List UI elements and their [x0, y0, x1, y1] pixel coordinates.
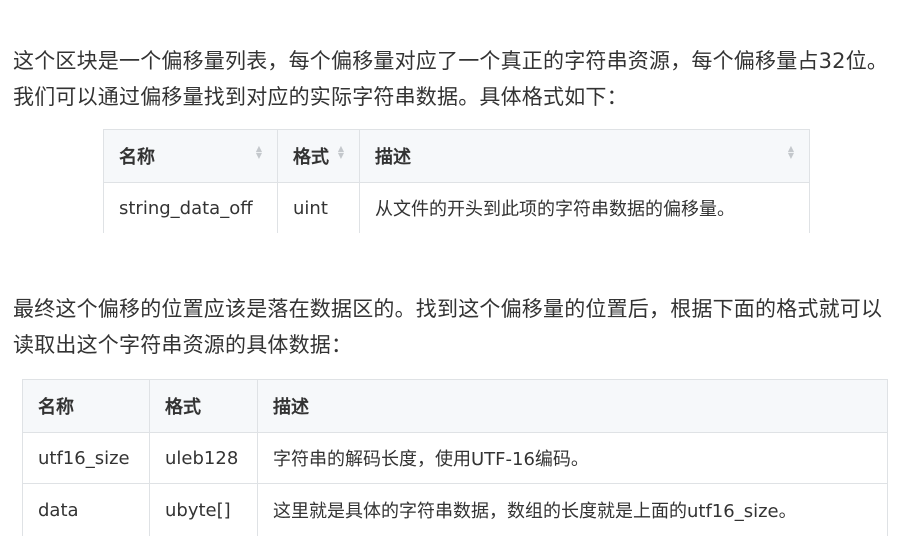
cell-name: utf16_size: [22, 432, 150, 484]
header-format-label: 格式: [293, 147, 329, 168]
header-name: 名称: [22, 379, 150, 433]
intro-paragraph: 这个区块是一个偏移量列表，每个偏移量对应了一个真正的字符串资源，每个偏移量占32…: [13, 49, 889, 109]
header-format: 格式: [149, 379, 258, 433]
table-row: utf16_size uleb128 字符串的解码长度，使用UTF-16编码。: [22, 432, 888, 484]
cell-format: uint: [277, 182, 360, 233]
cell-format: uleb128: [149, 432, 258, 484]
outro-paragraph: 最终这个偏移的位置应该是落在数据区的。找到这个偏移量的位置后，根据下面的格式就可…: [13, 297, 883, 357]
string-id-table: 名称 ▲ ▼ 格式 ▲ ▼ 描述 ▲ ▼ string_data_off uint 从…: [103, 129, 810, 233]
header-format[interactable]: 格式 ▲ ▼: [277, 129, 360, 183]
sort-icon[interactable]: ▲ ▼: [256, 145, 262, 160]
article-content: 这个区块是一个偏移量列表，每个偏移量对应了一个真正的字符串资源，每个偏移量占32…: [0, 0, 903, 557]
cell-description: 从文件的开头到此项的字符串数据的偏移量。: [359, 182, 810, 233]
table-header-row: 名称 格式 描述: [22, 379, 888, 433]
header-description: 描述: [257, 379, 888, 433]
string-data-table: 名称 格式 描述 utf16_size uleb128 字符串的解码长度，使用U…: [22, 379, 888, 536]
cell-description: 这里就是具体的字符串数据，数组的长度就是上面的utf16_size。: [257, 483, 888, 536]
cell-name: data: [22, 483, 150, 536]
header-name[interactable]: 名称 ▲ ▼: [103, 129, 278, 183]
header-name-label: 名称: [119, 147, 155, 168]
table-row: data ubyte[] 这里就是具体的字符串数据，数组的长度就是上面的utf1…: [22, 483, 888, 536]
table-row: string_data_off uint 从文件的开头到此项的字符串数据的偏移量…: [103, 182, 810, 233]
sort-icon[interactable]: ▲ ▼: [338, 145, 344, 160]
header-description-label: 描述: [375, 147, 411, 168]
table-header-row: 名称 ▲ ▼ 格式 ▲ ▼ 描述 ▲ ▼: [103, 129, 810, 183]
header-description[interactable]: 描述 ▲ ▼: [359, 129, 810, 183]
cell-description: 字符串的解码长度，使用UTF-16编码。: [257, 432, 888, 484]
cell-name: string_data_off: [103, 182, 278, 233]
sort-icon[interactable]: ▲ ▼: [788, 145, 794, 160]
cell-format: ubyte[]: [149, 483, 258, 536]
